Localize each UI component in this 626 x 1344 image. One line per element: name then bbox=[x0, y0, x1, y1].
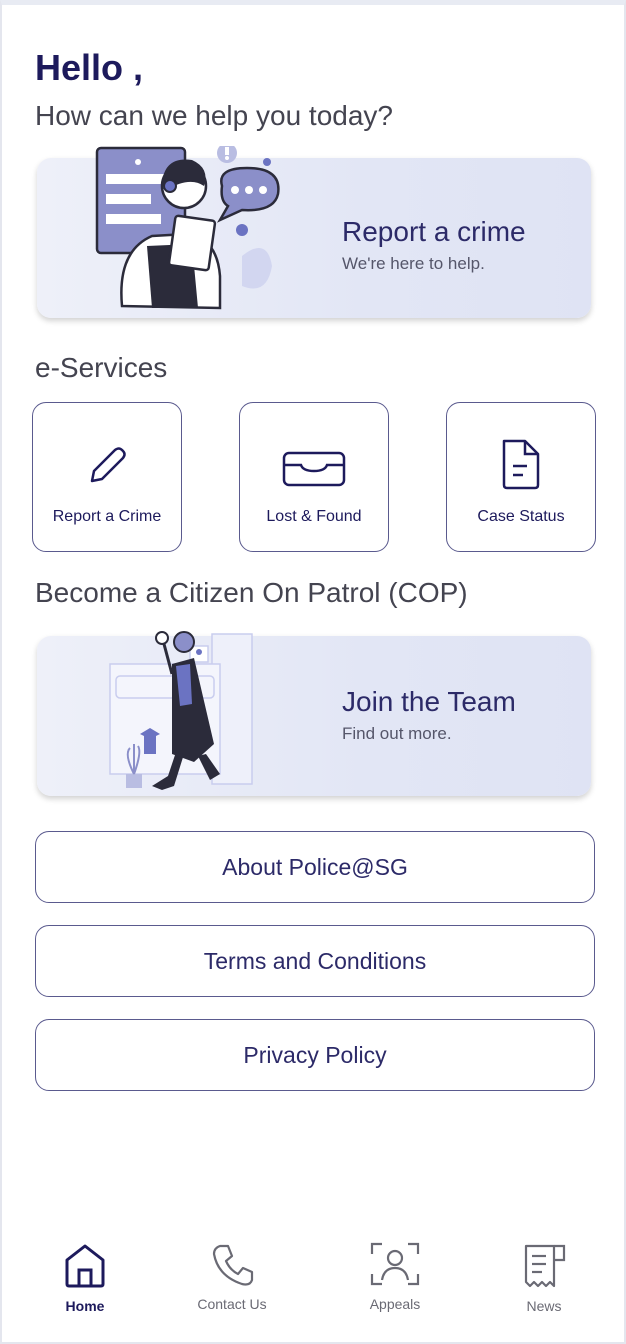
greeting: Hello , bbox=[35, 47, 144, 88]
face-scan-icon bbox=[370, 1242, 420, 1286]
report-crime-banner-subtitle: We're here to help. bbox=[342, 254, 485, 273]
eservice-lost-found[interactable]: Lost & Found bbox=[239, 402, 389, 552]
phone-icon bbox=[212, 1244, 254, 1286]
bottom-tab-bar: Home Contact Us Appeals News bbox=[2, 1230, 626, 1344]
app-frame: Hello , How can we help you today? Repor… bbox=[0, 0, 626, 1344]
report-crime-banner-title: Report a crime bbox=[342, 216, 526, 247]
document-icon bbox=[502, 439, 540, 490]
tab-label: Appeals bbox=[369, 1296, 421, 1312]
join-team-banner[interactable]: Join the Team Find out more. bbox=[37, 631, 591, 796]
report-crime-illustration bbox=[95, 146, 280, 310]
eservice-label: Case Status bbox=[477, 508, 565, 525]
eservice-report-crime[interactable]: Report a Crime bbox=[32, 402, 182, 552]
tab-home[interactable]: Home bbox=[30, 1230, 140, 1314]
privacy-policy-button[interactable]: Privacy Policy bbox=[35, 1019, 595, 1091]
join-team-illustration bbox=[109, 631, 253, 790]
eservice-case-status[interactable]: Case Status bbox=[446, 402, 596, 552]
home-icon bbox=[65, 1244, 105, 1288]
eservice-label: Report a Crime bbox=[52, 508, 162, 525]
about-police-button[interactable]: About Police@SG bbox=[35, 831, 595, 903]
greeting-subtitle: How can we help you today? bbox=[35, 100, 393, 131]
join-team-banner-title: Join the Team bbox=[342, 686, 516, 717]
tab-label: Contact Us bbox=[197, 1296, 267, 1312]
tab-label: Home bbox=[65, 1298, 105, 1314]
tab-label: News bbox=[526, 1298, 562, 1314]
join-team-banner-subtitle: Find out more. bbox=[342, 724, 452, 743]
tray-icon bbox=[282, 451, 346, 487]
eservice-label: Lost & Found bbox=[266, 508, 362, 525]
report-crime-banner[interactable]: Report a crime We're here to help. bbox=[37, 146, 591, 318]
eservices-title: e-Services bbox=[35, 352, 168, 383]
cop-title: Become a Citizen On Patrol (COP) bbox=[35, 577, 468, 608]
newspaper-icon bbox=[524, 1244, 566, 1288]
pencil-icon bbox=[90, 447, 126, 483]
tab-appeals[interactable]: Appeals bbox=[340, 1230, 450, 1312]
terms-conditions-button[interactable]: Terms and Conditions bbox=[35, 925, 595, 997]
tab-news[interactable]: News bbox=[489, 1230, 599, 1314]
tab-contact-us[interactable]: Contact Us bbox=[177, 1230, 287, 1312]
